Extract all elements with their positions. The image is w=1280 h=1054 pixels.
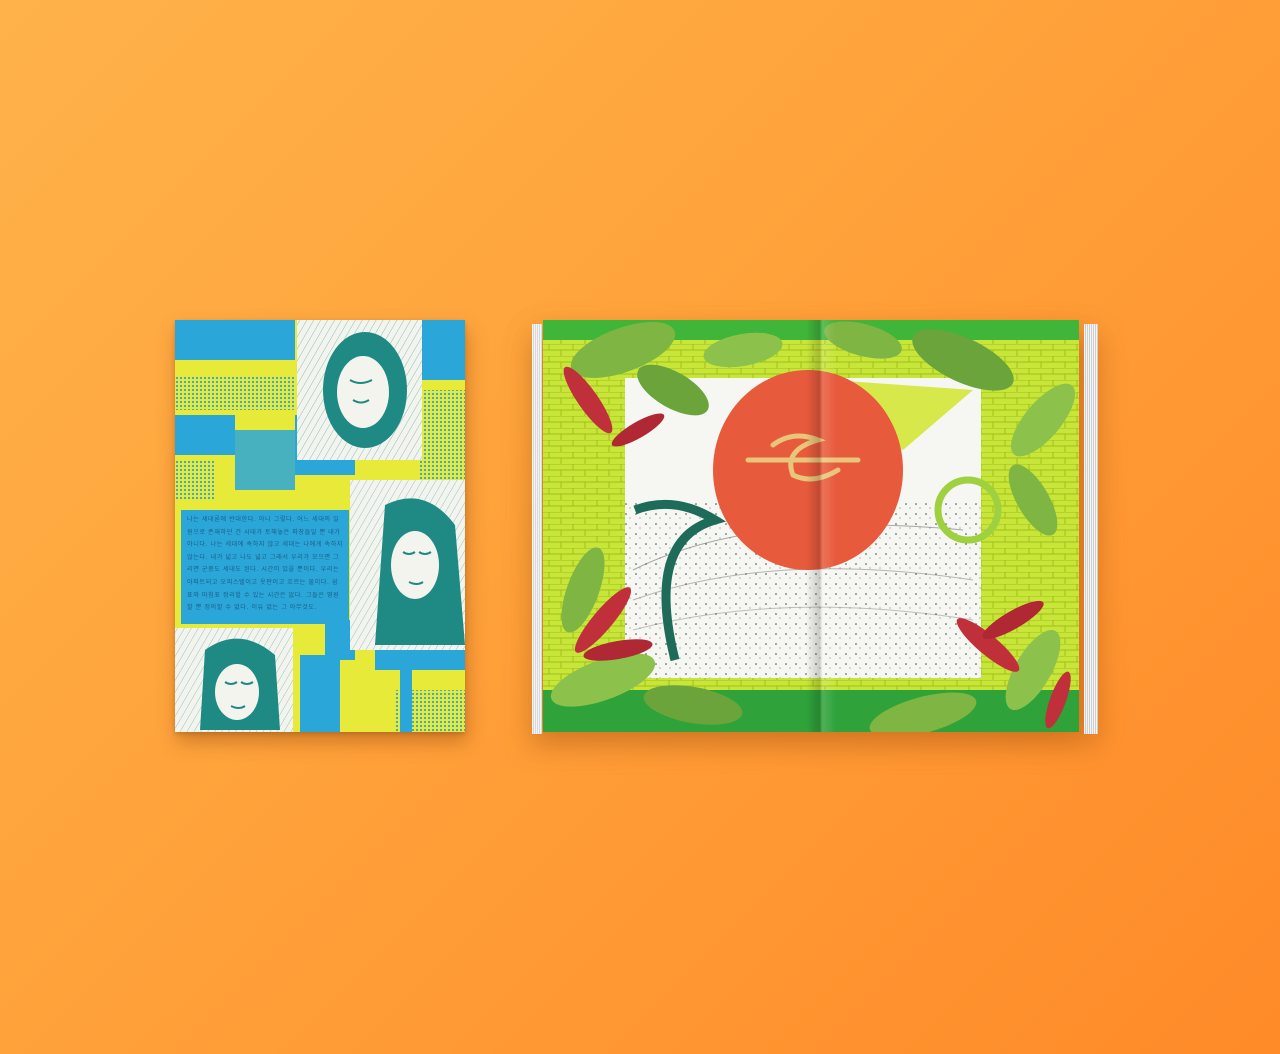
cover-body-text: 나는 세대론에 반대한다. 아니 그렇다. 어느 세대의 일원으로 존재하던 건… <box>181 510 349 624</box>
face-panel-middle <box>350 480 465 650</box>
central-illustration <box>625 370 1002 678</box>
mockup-scene: 나는 세대론에 반대한다. 아니 그렇다. 어느 세대의 일원으로 존재하던 건… <box>0 0 1280 1054</box>
red-circle <box>713 370 903 570</box>
open-book-spread <box>532 320 1098 740</box>
page-edges-left <box>532 324 542 734</box>
spread-artwork <box>543 320 1079 732</box>
face-panel-bottom <box>175 628 293 732</box>
closed-book-cover: 나는 세대론에 반대한다. 아니 그렇다. 어느 세대의 일원으로 존재하던 건… <box>175 320 465 732</box>
face-panel-top <box>297 320 422 460</box>
page-edges-right <box>1084 324 1098 734</box>
